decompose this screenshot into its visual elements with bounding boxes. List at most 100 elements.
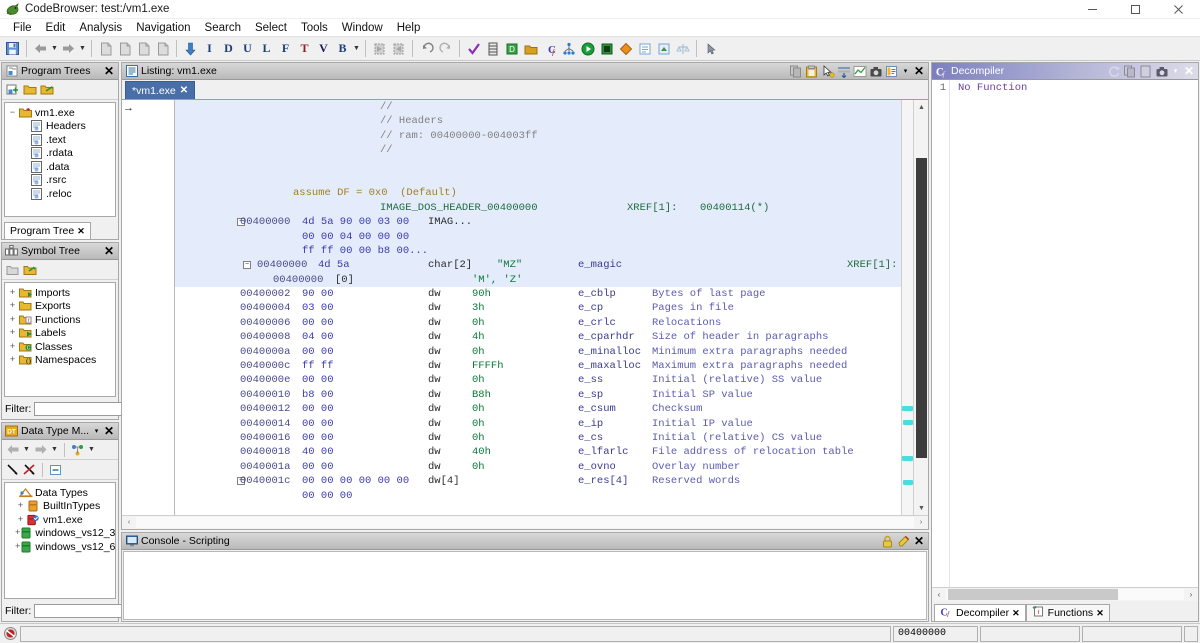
diff-navigate-icon[interactable]: [852, 64, 867, 78]
tree-node-vm1-archive[interactable]: + vm1.exe: [7, 513, 113, 527]
decompiler-close-icon[interactable]: ✕: [1182, 64, 1196, 78]
listing-field-byte[interactable]: b8 00: [302, 388, 334, 402]
forward-arrow-icon[interactable]: [59, 39, 78, 58]
tab-close-icon[interactable]: ✕: [1096, 608, 1104, 619]
maximize-button[interactable]: [1114, 0, 1157, 19]
compare-icon[interactable]: [673, 39, 692, 58]
copy-icon[interactable]: [788, 64, 803, 78]
select-cursor-icon[interactable]: [820, 64, 835, 78]
listing-field-addr[interactable]: 0040000c: [240, 359, 290, 373]
listing-field-byte[interactable]: 00 00 00: [302, 489, 352, 503]
listing-field-mn[interactable]: char[2]: [428, 258, 472, 272]
listing-line[interactable]: assume DF = 0x0 (Default): [175, 186, 901, 200]
listing-field-byte[interactable]: ff ff: [302, 359, 334, 373]
listing-field-mn[interactable]: dw: [428, 345, 441, 359]
listing-field-addr[interactable]: 00400002: [240, 287, 290, 301]
label-icon[interactable]: L: [257, 39, 276, 58]
listing-line[interactable]: 0040001600 00dw0he_csInitial (relative) …: [175, 431, 901, 445]
tab-close-icon[interactable]: ✕: [180, 85, 188, 96]
tree-node-imports[interactable]: + Imports: [7, 286, 113, 300]
rename-symbol-icon[interactable]: [22, 263, 37, 277]
expander-icon[interactable]: +: [7, 328, 18, 338]
listing-field-eol[interactable]: Reserved words: [652, 474, 740, 488]
tree-node-rsrc[interactable]: .rsrc: [7, 174, 113, 188]
minimize-button[interactable]: [1071, 0, 1114, 19]
scroll-left-icon[interactable]: ‹: [932, 590, 946, 599]
listing-field-eol[interactable]: Size of header in paragraphs: [652, 330, 828, 344]
bookmark-icon[interactable]: B: [333, 39, 352, 58]
listing-field-val[interactable]: FFFFh: [472, 359, 504, 373]
listing-line[interactable]: 0040001400 00dw0he_ipInitial IP value: [175, 417, 901, 431]
program-trees-close-icon[interactable]: ✕: [102, 64, 116, 78]
tree-node-headers[interactable]: Headers: [7, 120, 113, 134]
tree-node-rdata[interactable]: .rdata: [7, 147, 113, 161]
tree-node-data-types[interactable]: Data Types: [7, 486, 113, 500]
listing-hscroll-track[interactable]: [136, 517, 914, 528]
decompiler-code[interactable]: No Function: [950, 80, 1027, 587]
listing-field-mn[interactable]: dw: [428, 388, 441, 402]
clone-window-icon[interactable]: [153, 39, 172, 58]
listing-field-fld[interactable]: e_lfarlc: [578, 445, 628, 459]
listing-field-val[interactable]: 0h: [472, 417, 485, 431]
listing-line[interactable]: [175, 158, 901, 172]
listing-field-fld[interactable]: e_magic: [578, 258, 622, 272]
listing-line[interactable]: 0040000e00 00dw0he_ssInitial (relative) …: [175, 373, 901, 387]
listing-field-mn[interactable]: dw: [428, 417, 441, 431]
listing-field-byte[interactable]: 4d 5a: [318, 258, 350, 272]
listing-field-val[interactable]: 90h: [472, 287, 491, 301]
console-close-icon[interactable]: ✕: [912, 534, 926, 548]
tab-decompiler[interactable]: Cf Decompiler ✕: [934, 604, 1026, 621]
snapshot-icon[interactable]: [1154, 64, 1169, 78]
listing-field-byte[interactable]: ff ff 00 00 b8 00...: [302, 244, 428, 258]
listing-field-mn[interactable]: dw: [428, 402, 441, 416]
listing-line[interactable]: 0040001840 00dw40he_lfarlcFile address o…: [175, 445, 901, 459]
down-arrow-icon[interactable]: [181, 39, 200, 58]
program-trees-tree[interactable]: − vm1.exe Headers: [4, 102, 116, 217]
tree-node-functions[interactable]: + f Functions: [7, 313, 113, 327]
variable-icon[interactable]: V: [314, 39, 333, 58]
bookmark-marker[interactable]: [903, 420, 913, 425]
back-arrow-icon[interactable]: [31, 39, 50, 58]
memory-map-icon[interactable]: [483, 39, 502, 58]
listing-scroll-thumb[interactable]: [916, 158, 927, 458]
lock-icon[interactable]: [880, 534, 895, 548]
listing-field-eol[interactable]: Initial SP value: [652, 388, 753, 402]
listing-field-byte[interactable]: 00 00 04 00 00 00: [302, 230, 409, 244]
listing-field-val[interactable]: 0h: [472, 316, 485, 330]
listing-field-addr[interactable]: 00400004: [240, 301, 290, 315]
listing-field-mn[interactable]: dw: [428, 316, 441, 330]
listing-line[interactable]: −004000004d 5a 90 00 03 00IMAG...: [175, 215, 901, 229]
listing-field-addr[interactable]: 00400006: [240, 316, 290, 330]
create-symbol-icon[interactable]: [5, 263, 20, 277]
listing-line[interactable]: 0040000804 00dw4he_cparhdrSize of header…: [175, 330, 901, 344]
select-back-icon[interactable]: [389, 39, 408, 58]
instruction-icon[interactable]: I: [200, 39, 219, 58]
listing-field-addr[interactable]: 00400014: [240, 417, 290, 431]
browser-field-format-icon[interactable]: [884, 64, 899, 78]
listing-field-mn[interactable]: dw: [428, 359, 441, 373]
listing-field-byte[interactable]: 00 00: [302, 316, 334, 330]
console-output[interactable]: [123, 551, 927, 620]
tab-vm1-exe[interactable]: *vm1.exe ✕: [125, 81, 195, 99]
listing-field-addr[interactable]: 00400010: [240, 388, 290, 402]
listing-field-mn[interactable]: IMAG...: [428, 215, 472, 229]
listing-field-fld[interactable]: e_csum: [578, 402, 616, 416]
collapse-all-icon[interactable]: [48, 463, 63, 477]
listing-field-addr[interactable]: 00400000: [240, 215, 290, 229]
listing-field-com[interactable]: //: [380, 100, 393, 114]
listing-line[interactable]: −004000004d 5achar[2]"MZ"e_magicXREF[1]:…: [175, 258, 901, 272]
decompiler-hscroll-track[interactable]: [946, 589, 1184, 600]
diamond-icon[interactable]: [616, 39, 635, 58]
no-changes-icon[interactable]: [2, 626, 18, 642]
listing-field-lbl[interactable]: IMAGE_DOS_HEADER_00400000: [380, 201, 538, 215]
listing-line[interactable]: 0040001a00 00dw0he_ovnoOverlay number: [175, 460, 901, 474]
forward-arrow-icon[interactable]: [33, 443, 48, 457]
listing-field-addr[interactable]: 0040000e: [240, 373, 290, 387]
export-icon[interactable]: [1138, 64, 1153, 78]
expander-icon[interactable]: +: [7, 288, 18, 298]
listing-field-byte[interactable]: 4d 5a 90 00 03 00: [302, 215, 409, 229]
listing-field-val[interactable]: 0h: [472, 431, 485, 445]
listing-field-com[interactable]: //: [380, 143, 393, 157]
back-arrow-icon[interactable]: [5, 443, 20, 457]
listing-line[interactable]: +0040001c00 00 00 00 00 00dw[4]e_res[4]R…: [175, 474, 901, 488]
